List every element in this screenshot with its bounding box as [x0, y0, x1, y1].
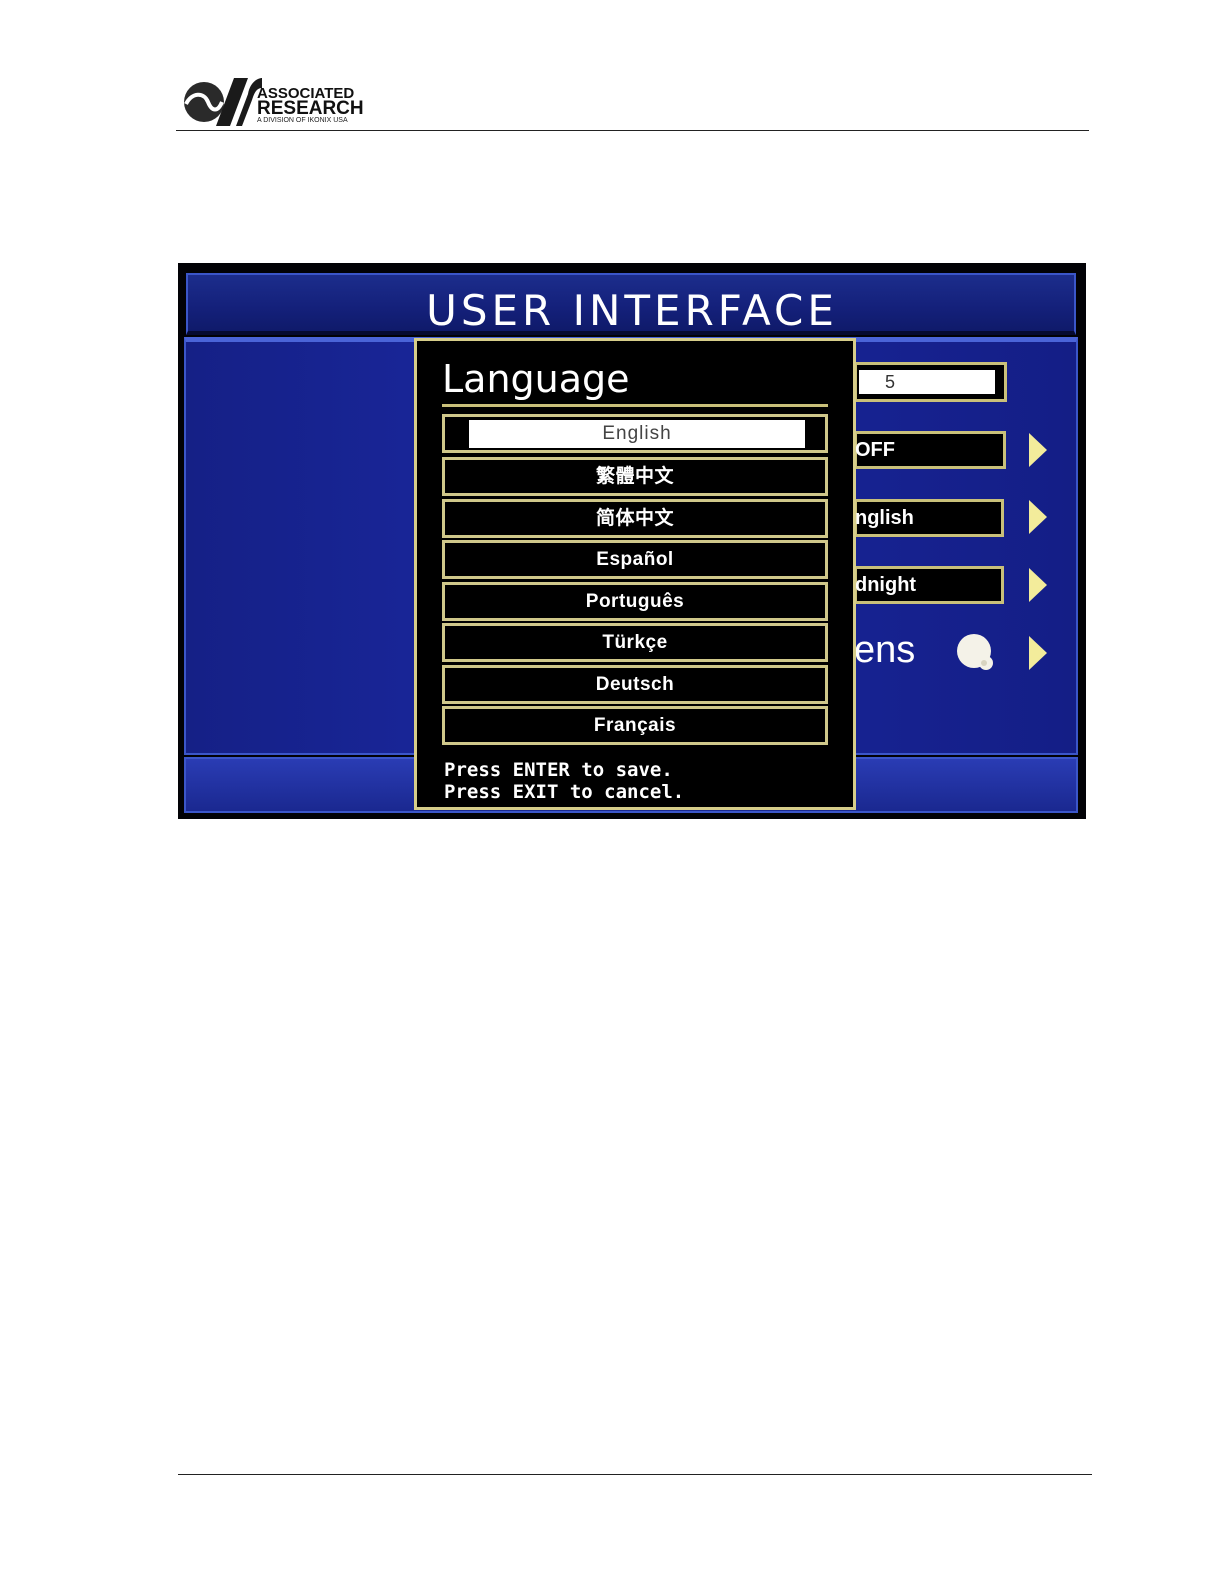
screen-title: USER INTERFACE — [426, 286, 838, 335]
footer-rule — [178, 1474, 1092, 1475]
chevron-right-icon[interactable] — [1029, 568, 1047, 602]
language-option-french[interactable]: Français — [442, 706, 828, 745]
logo-text-division: A DIVISION OF IKONIX USA — [257, 117, 348, 124]
language-option-english[interactable]: English — [442, 414, 828, 453]
setting-field-theme[interactable]: dnight — [854, 566, 1004, 604]
chevron-right-icon[interactable] — [1029, 636, 1047, 670]
chevron-right-icon[interactable] — [1029, 500, 1047, 534]
language-option-turkish[interactable]: Türkçe — [442, 623, 828, 662]
setting-field-off[interactable]: OFF — [854, 431, 1006, 469]
language-option-german[interactable]: Deutsch — [442, 665, 828, 704]
chevron-right-icon[interactable] — [1029, 433, 1047, 467]
setting-value-theme: dnight — [855, 574, 917, 596]
language-option-spanish[interactable]: Español — [442, 540, 828, 579]
timeout-value: 5 — [859, 370, 995, 394]
language-option-portuguese[interactable]: Português — [442, 582, 828, 621]
cancel-hint: Press EXIT to cancel. — [444, 781, 685, 803]
setting-field-language[interactable]: nglish — [854, 499, 1004, 537]
language-option-traditional-chinese[interactable]: 繁體中文 — [442, 457, 828, 496]
timeout-field[interactable]: 5 — [854, 362, 1007, 402]
save-hint: Press ENTER to save. — [444, 759, 673, 781]
language-option-simplified-chinese[interactable]: 简体中文 — [442, 499, 828, 538]
ar-logo-mark-icon — [184, 78, 262, 126]
dialog-divider — [442, 404, 828, 407]
instrument-screen: USER INTERFACE 5 OFF nglish dnight ens L… — [178, 263, 1086, 819]
language-option-label: English — [469, 420, 805, 448]
screensaver-label: ens — [854, 629, 916, 671]
screensaver-bulb-icon — [957, 634, 993, 670]
setting-value-off: OFF — [855, 439, 895, 461]
logo-text-research: RESEARCH — [257, 98, 364, 119]
dialog-title: Language — [442, 357, 630, 401]
header-rule — [176, 130, 1089, 131]
setting-value-language: nglish — [855, 507, 914, 529]
